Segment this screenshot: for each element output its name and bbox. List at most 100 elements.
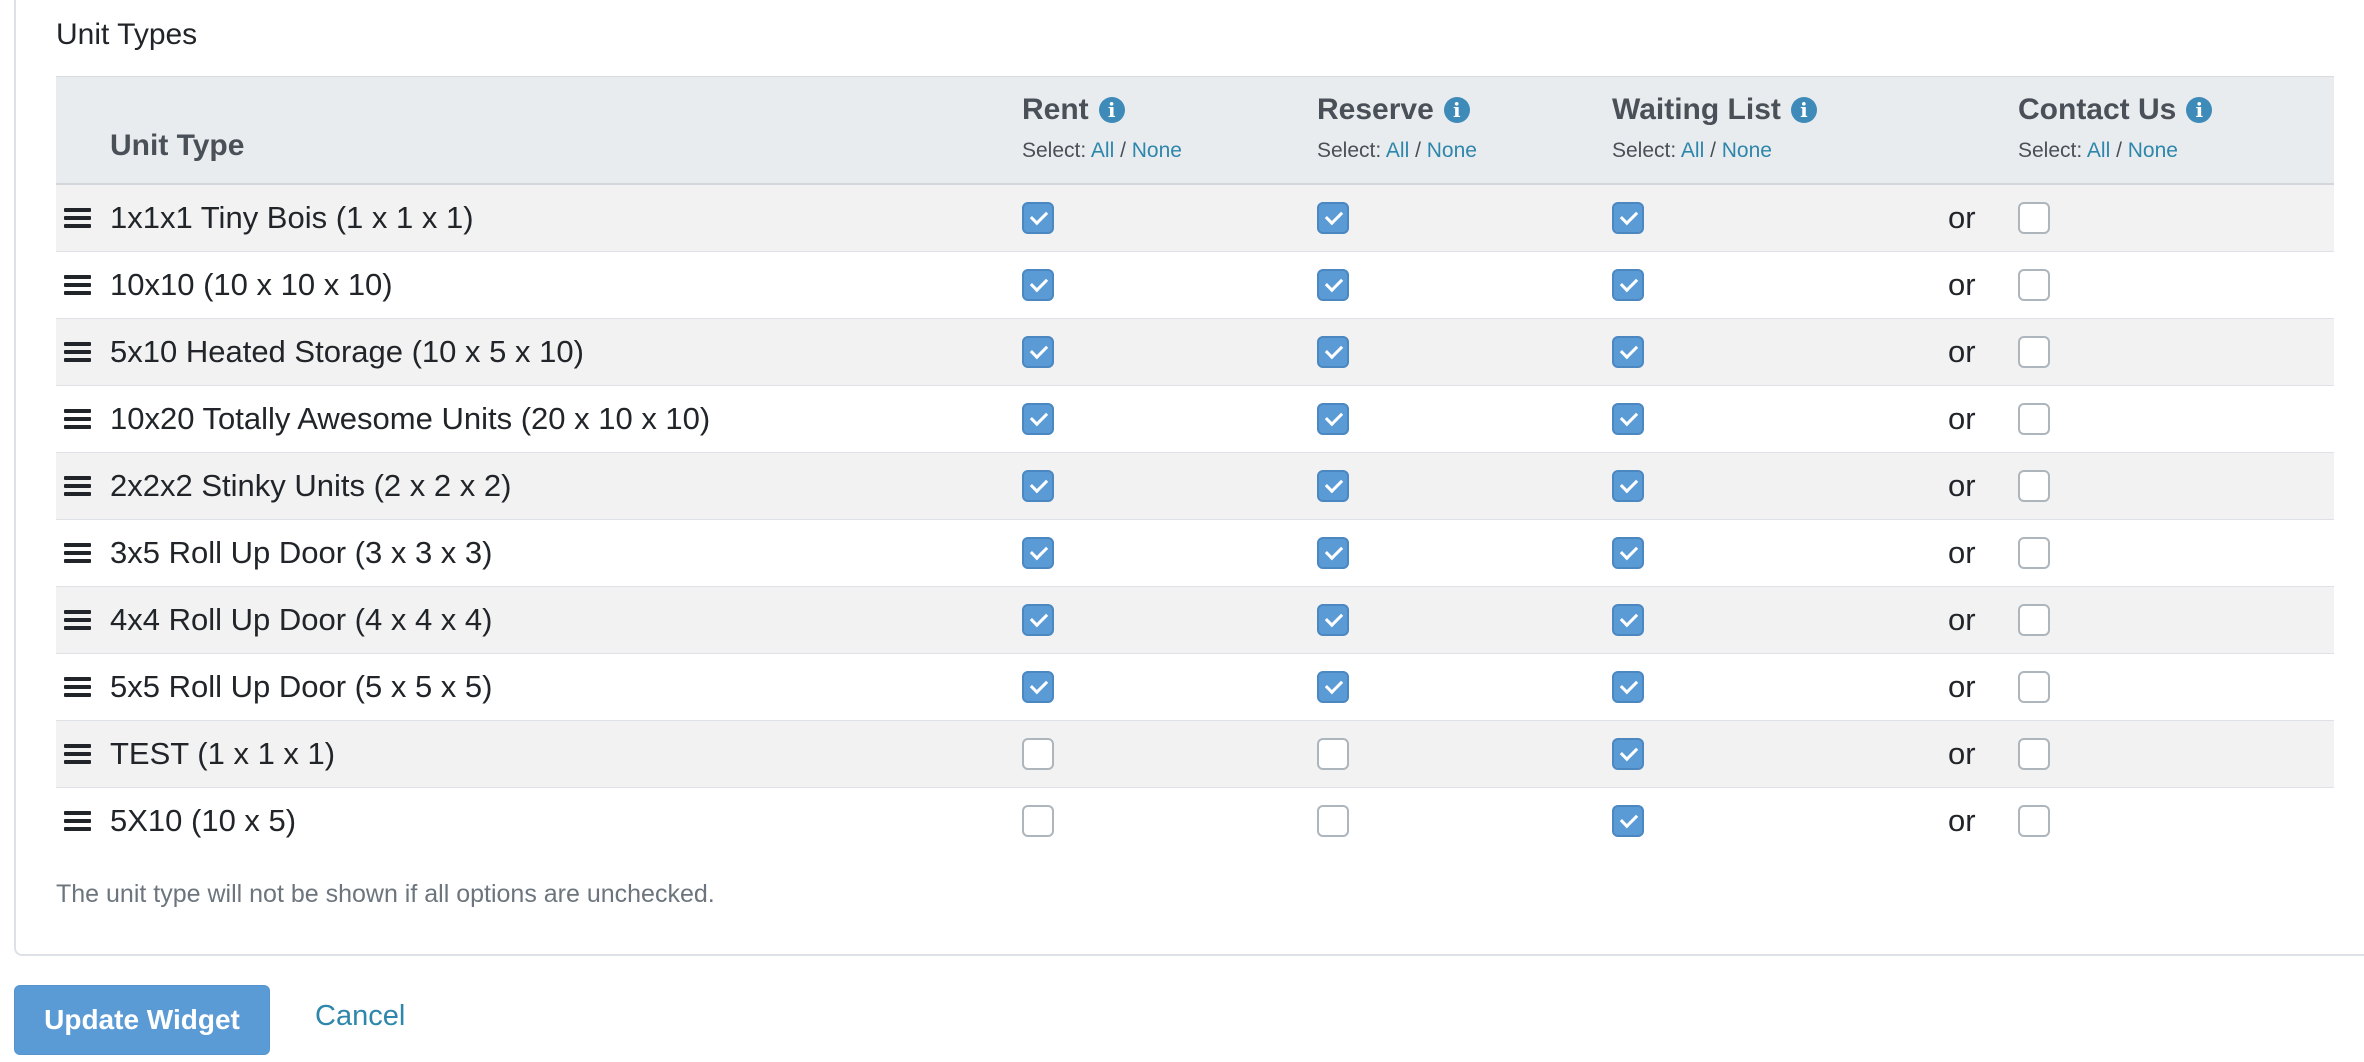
- checkbox-reserve[interactable]: [1317, 671, 1349, 703]
- drag-handle-icon[interactable]: [64, 409, 91, 429]
- info-icon[interactable]: i: [2186, 97, 2213, 123]
- checkbox-reserve[interactable]: [1317, 738, 1349, 770]
- select-all-link[interactable]: All: [1681, 139, 1704, 162]
- drag-handle-icon[interactable]: [64, 342, 91, 362]
- column-title: Reserve: [1317, 93, 1434, 126]
- select-all-link[interactable]: All: [2087, 139, 2110, 162]
- checkbox-contact-us[interactable]: [2018, 336, 2050, 368]
- column-header-rent: Rent i Select: All / None: [1022, 93, 1182, 163]
- checkbox-rent[interactable]: [1022, 738, 1054, 770]
- checkbox-waiting-list[interactable]: [1612, 604, 1644, 636]
- help-note: The unit type will not be shown if all o…: [56, 880, 715, 908]
- unit-type-column-header: Unit Type: [110, 129, 245, 162]
- checkbox-rent[interactable]: [1022, 269, 1054, 301]
- checkbox-contact-us[interactable]: [2018, 738, 2050, 770]
- checkbox-waiting-list[interactable]: [1612, 403, 1644, 435]
- checkbox-rent[interactable]: [1022, 604, 1054, 636]
- or-label: or: [1948, 736, 1976, 771]
- checkbox-reserve[interactable]: [1317, 403, 1349, 435]
- checkbox-contact-us[interactable]: [2018, 604, 2050, 636]
- drag-handle-icon[interactable]: [64, 610, 91, 630]
- checkbox-contact-us[interactable]: [2018, 805, 2050, 837]
- column-header-reserve: Reserve i Select: All / None: [1317, 93, 1477, 163]
- checkbox-waiting-list[interactable]: [1612, 269, 1644, 301]
- checkbox-contact-us[interactable]: [2018, 202, 2050, 234]
- checkbox-waiting-list[interactable]: [1612, 202, 1644, 234]
- drag-handle-icon[interactable]: [64, 543, 91, 563]
- drag-handle-icon[interactable]: [64, 677, 91, 697]
- checkbox-contact-us[interactable]: [2018, 671, 2050, 703]
- checkbox-reserve[interactable]: [1317, 805, 1349, 837]
- table-row: 4x4 Roll Up Door (4 x 4 x 4) or: [56, 587, 2334, 654]
- checkbox-rent[interactable]: [1022, 202, 1054, 234]
- or-label: or: [1948, 267, 1976, 302]
- unit-type-name: 1x1x1 Tiny Bois (1 x 1 x 1): [110, 200, 474, 235]
- checkbox-contact-us[interactable]: [2018, 537, 2050, 569]
- drag-handle-icon[interactable]: [64, 275, 91, 295]
- table-row: 1x1x1 Tiny Bois (1 x 1 x 1) or: [56, 185, 2334, 252]
- select-none-link[interactable]: None: [1427, 139, 1477, 162]
- checkbox-waiting-list[interactable]: [1612, 470, 1644, 502]
- table-row: 10x20 Totally Awesome Units (20 x 10 x 1…: [56, 386, 2334, 453]
- drag-handle-icon[interactable]: [64, 208, 91, 228]
- column-title: Waiting List: [1612, 93, 1781, 126]
- checkbox-waiting-list[interactable]: [1612, 336, 1644, 368]
- info-icon[interactable]: i: [1098, 97, 1125, 123]
- checkbox-rent[interactable]: [1022, 336, 1054, 368]
- unit-type-name: 5X10 (10 x 5): [110, 803, 297, 838]
- checkbox-reserve[interactable]: [1317, 336, 1349, 368]
- checkbox-reserve[interactable]: [1317, 537, 1349, 569]
- select-separator: /: [2116, 139, 2122, 162]
- update-widget-button[interactable]: Update Widget: [14, 985, 270, 1055]
- checkbox-rent[interactable]: [1022, 537, 1054, 569]
- drag-handle-icon[interactable]: [64, 744, 91, 764]
- checkbox-waiting-list[interactable]: [1612, 671, 1644, 703]
- select-none-link[interactable]: None: [2128, 139, 2178, 162]
- or-label: or: [1948, 334, 1976, 369]
- checkbox-contact-us[interactable]: [2018, 403, 2050, 435]
- checkbox-waiting-list[interactable]: [1612, 537, 1644, 569]
- table-row: TEST (1 x 1 x 1) or: [56, 721, 2334, 788]
- drag-handle-icon[interactable]: [64, 811, 91, 831]
- drag-handle-icon[interactable]: [64, 476, 91, 496]
- checkbox-waiting-list[interactable]: [1612, 738, 1644, 770]
- checkbox-rent[interactable]: [1022, 403, 1054, 435]
- select-label: Select:: [1022, 139, 1087, 162]
- section-title: Unit Types: [56, 18, 198, 51]
- or-label: or: [1948, 468, 1976, 503]
- select-separator: /: [1710, 139, 1716, 162]
- checkbox-rent[interactable]: [1022, 470, 1054, 502]
- table-row: 5X10 (10 x 5) or: [56, 788, 2334, 854]
- select-none-link[interactable]: None: [1722, 139, 1772, 162]
- unit-type-name: 10x10 (10 x 10 x 10): [110, 267, 393, 302]
- select-none-link[interactable]: None: [1132, 139, 1182, 162]
- select-all-link[interactable]: All: [1091, 139, 1114, 162]
- column-title: Rent: [1022, 93, 1089, 126]
- info-icon[interactable]: i: [1443, 97, 1470, 123]
- checkbox-rent[interactable]: [1022, 805, 1054, 837]
- select-separator: /: [1120, 139, 1126, 162]
- select-all-link[interactable]: All: [1386, 139, 1409, 162]
- checkbox-reserve[interactable]: [1317, 470, 1349, 502]
- select-label: Select:: [2018, 139, 2083, 162]
- checkbox-reserve[interactable]: [1317, 269, 1349, 301]
- checkbox-contact-us[interactable]: [2018, 470, 2050, 502]
- checkbox-reserve[interactable]: [1317, 604, 1349, 636]
- unit-type-name: TEST (1 x 1 x 1): [110, 736, 336, 771]
- table-row: 5x10 Heated Storage (10 x 5 x 10) or: [56, 319, 2334, 386]
- checkbox-rent[interactable]: [1022, 671, 1054, 703]
- checkbox-waiting-list[interactable]: [1612, 805, 1644, 837]
- checkbox-reserve[interactable]: [1317, 202, 1349, 234]
- unit-types-table: Unit Type Rent i Select: All / None Reserve…: [56, 76, 2334, 854]
- unit-type-name: 10x20 Totally Awesome Units (20 x 10 x 1…: [110, 401, 711, 436]
- info-icon[interactable]: i: [1790, 97, 1817, 123]
- checkbox-contact-us[interactable]: [2018, 269, 2050, 301]
- select-label: Select:: [1317, 139, 1382, 162]
- select-separator: /: [1415, 139, 1421, 162]
- unit-type-name: 2x2x2 Stinky Units (2 x 2 x 2): [110, 468, 512, 503]
- or-label: or: [1948, 401, 1976, 436]
- cancel-link[interactable]: Cancel: [315, 1000, 405, 1033]
- or-label: or: [1948, 535, 1976, 570]
- table-row: 10x10 (10 x 10 x 10) or: [56, 252, 2334, 319]
- column-header-contact-us: Contact Us i Select: All / None: [2018, 93, 2213, 163]
